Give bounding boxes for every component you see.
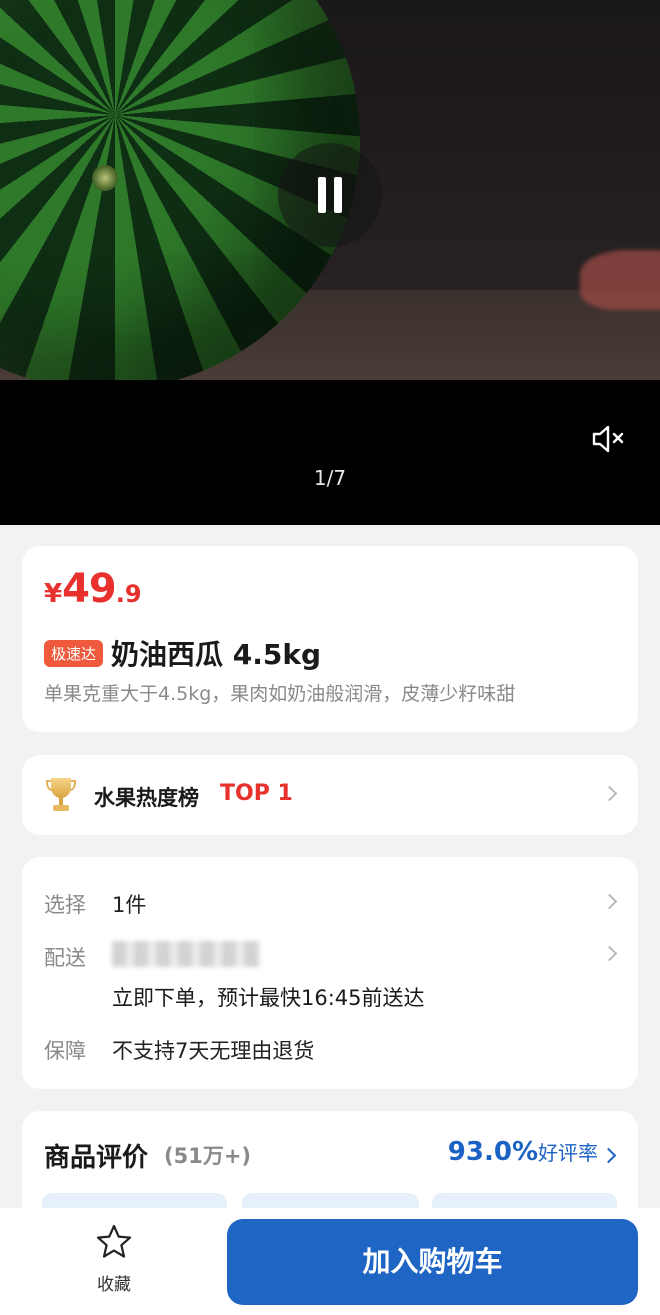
guarantee-value: 不支持7天无理由退货 xyxy=(112,1039,315,1063)
chevron-right-icon xyxy=(601,893,618,910)
reviews-title: 商品评价 xyxy=(44,1143,149,1173)
guarantee-key: 保障 xyxy=(44,1039,86,1063)
currency-symbol: ¥ xyxy=(44,579,63,609)
price: ¥49.9 xyxy=(44,566,142,612)
guarantee-row: 保障 不支持7天无理由退货 xyxy=(44,1035,314,1065)
select-key: 选择 xyxy=(44,893,86,917)
trophy-icon xyxy=(46,778,76,811)
ranking-position: TOP 1 xyxy=(220,781,293,806)
product-media-viewer[interactable]: 1/7 xyxy=(0,0,660,525)
reviews-count: (51万+) xyxy=(164,1144,252,1168)
ranking-row[interactable]: 水果热度榜 TOP 1 xyxy=(22,755,638,835)
delivery-key: 配送 xyxy=(44,946,86,970)
title-row: 极速达 奶油西瓜 4.5kg xyxy=(44,633,321,673)
chevron-right-icon xyxy=(601,785,618,802)
delivery-eta: 立即下单，预计最快16:45前送达 xyxy=(112,986,425,1010)
bottom-action-bar: 收藏 加入购物车 xyxy=(0,1208,660,1315)
positive-rate: 93.0% xyxy=(447,1137,538,1167)
watermelon-stem xyxy=(92,165,118,191)
price-integer: 49 xyxy=(62,566,117,612)
select-value: 1件 xyxy=(112,893,147,917)
express-badge: 极速达 xyxy=(44,639,104,667)
spec-card: 选择 1件 配送 立即下单，预计最快16:45前送达 保障 不支持7天无理由退货 xyxy=(22,857,638,1089)
product-title: 奶油西瓜 4.5kg xyxy=(111,638,322,671)
product-info-card: ¥49.9 极速达 奶油西瓜 4.5kg 单果克重大于4.5kg，果肉如奶油般润… xyxy=(22,546,638,732)
positive-rate-link[interactable]: 93.0%好评率 xyxy=(448,1137,598,1167)
price-decimal: .9 xyxy=(115,580,142,608)
product-video[interactable] xyxy=(0,0,660,380)
favorite-label: 收藏 xyxy=(97,1275,131,1295)
pause-icon xyxy=(318,177,326,213)
pause-button[interactable] xyxy=(278,143,382,247)
pause-icon-bar xyxy=(334,177,342,213)
video-background-object xyxy=(580,250,660,310)
add-to-cart-button[interactable]: 加入购物车 xyxy=(227,1219,638,1305)
delivery-row[interactable]: 配送 xyxy=(44,942,112,972)
positive-rate-label: 好评率 xyxy=(538,1141,598,1165)
media-page-indicator: 1/7 xyxy=(313,466,347,490)
speaker-muted-icon xyxy=(592,425,624,453)
star-icon xyxy=(96,1224,132,1258)
select-row[interactable]: 选择 1件 xyxy=(44,889,146,919)
delivery-address-blurred xyxy=(112,941,260,967)
ranking-label: 水果热度榜 xyxy=(94,786,199,810)
product-subtitle: 单果克重大于4.5kg，果肉如奶油般润滑，皮薄少籽味甜 xyxy=(44,683,516,705)
mute-button[interactable] xyxy=(588,422,628,456)
favorite-button[interactable]: 收藏 xyxy=(78,1222,150,1302)
chevron-right-icon xyxy=(600,1147,617,1164)
chevron-right-icon xyxy=(601,945,618,962)
